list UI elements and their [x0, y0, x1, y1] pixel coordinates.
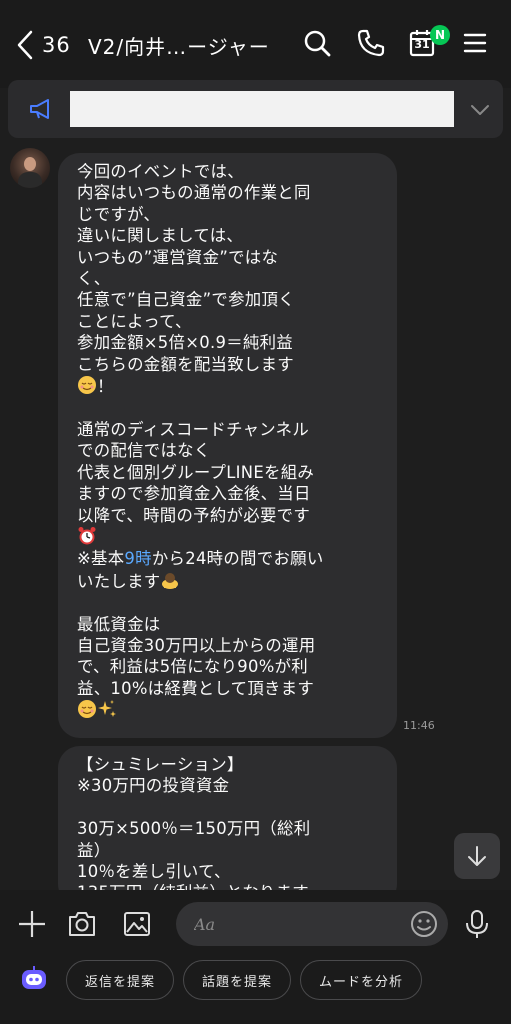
search-icon[interactable] [302, 28, 332, 58]
calendar-day: 31 [414, 38, 430, 51]
time-link[interactable]: 9時 [124, 549, 151, 568]
microphone-icon[interactable] [462, 908, 492, 940]
message-input[interactable] [176, 902, 448, 946]
announcement-bar[interactable] [8, 80, 503, 138]
message-bubble[interactable]: 【シュミレーション】 ※30万円の投資資金 30万×500％＝150万円（総利 … [58, 746, 397, 906]
avatar-face [24, 157, 36, 171]
scroll-to-bottom-button[interactable] [454, 833, 500, 879]
avatar-body [18, 172, 42, 188]
unread-count: 36 [42, 33, 71, 57]
plus-icon[interactable] [16, 908, 48, 940]
sender-avatar[interactable] [10, 148, 50, 188]
phone-icon[interactable] [356, 28, 386, 58]
suggest-topic-chip[interactable]: 話題を提案 [183, 960, 291, 1000]
back-icon [17, 30, 33, 60]
announcement-text-redacted [70, 91, 454, 127]
menu-icon[interactable] [462, 28, 488, 58]
relieved-face-icon [78, 700, 96, 719]
camera-icon[interactable] [66, 908, 98, 940]
megaphone-icon [30, 99, 49, 119]
calendar-new-badge: N [430, 25, 450, 45]
chat-header: 36 V2/向井…ージャー 31 N [0, 0, 511, 88]
message-timestamp: 11:46 [403, 719, 435, 732]
analyze-mood-chip[interactable]: ムードを分析 [300, 960, 422, 1000]
chevron-down-icon[interactable] [468, 98, 492, 122]
relieved-face-icon [78, 376, 96, 395]
image-icon[interactable] [121, 908, 153, 940]
message-bubble[interactable]: 今回のイベントでは、 内容はいつもの通常の作業と同 じですが、 違いに関しまして… [58, 153, 397, 738]
ai-assistant-icon[interactable] [19, 964, 49, 994]
message-text: 【シュミレーション】 ※30万円の投資資金 30万×500％＝150万円（総利 … [77, 755, 311, 902]
alarm-clock-icon [78, 526, 96, 545]
message-text: 今回のイベントでは、 内容はいつもの通常の作業と同 じですが、 違いに関しまして… [77, 161, 379, 722]
back-button[interactable]: 36 [14, 28, 71, 62]
sparkles-icon [98, 700, 116, 718]
bowing-person-icon [162, 572, 179, 589]
chat-title[interactable]: V2/向井…ージャー [88, 31, 270, 60]
emoji-icon[interactable] [410, 910, 438, 938]
suggest-reply-chip[interactable]: 返信を提案 [66, 960, 174, 1000]
arrow-down-icon [468, 846, 486, 866]
